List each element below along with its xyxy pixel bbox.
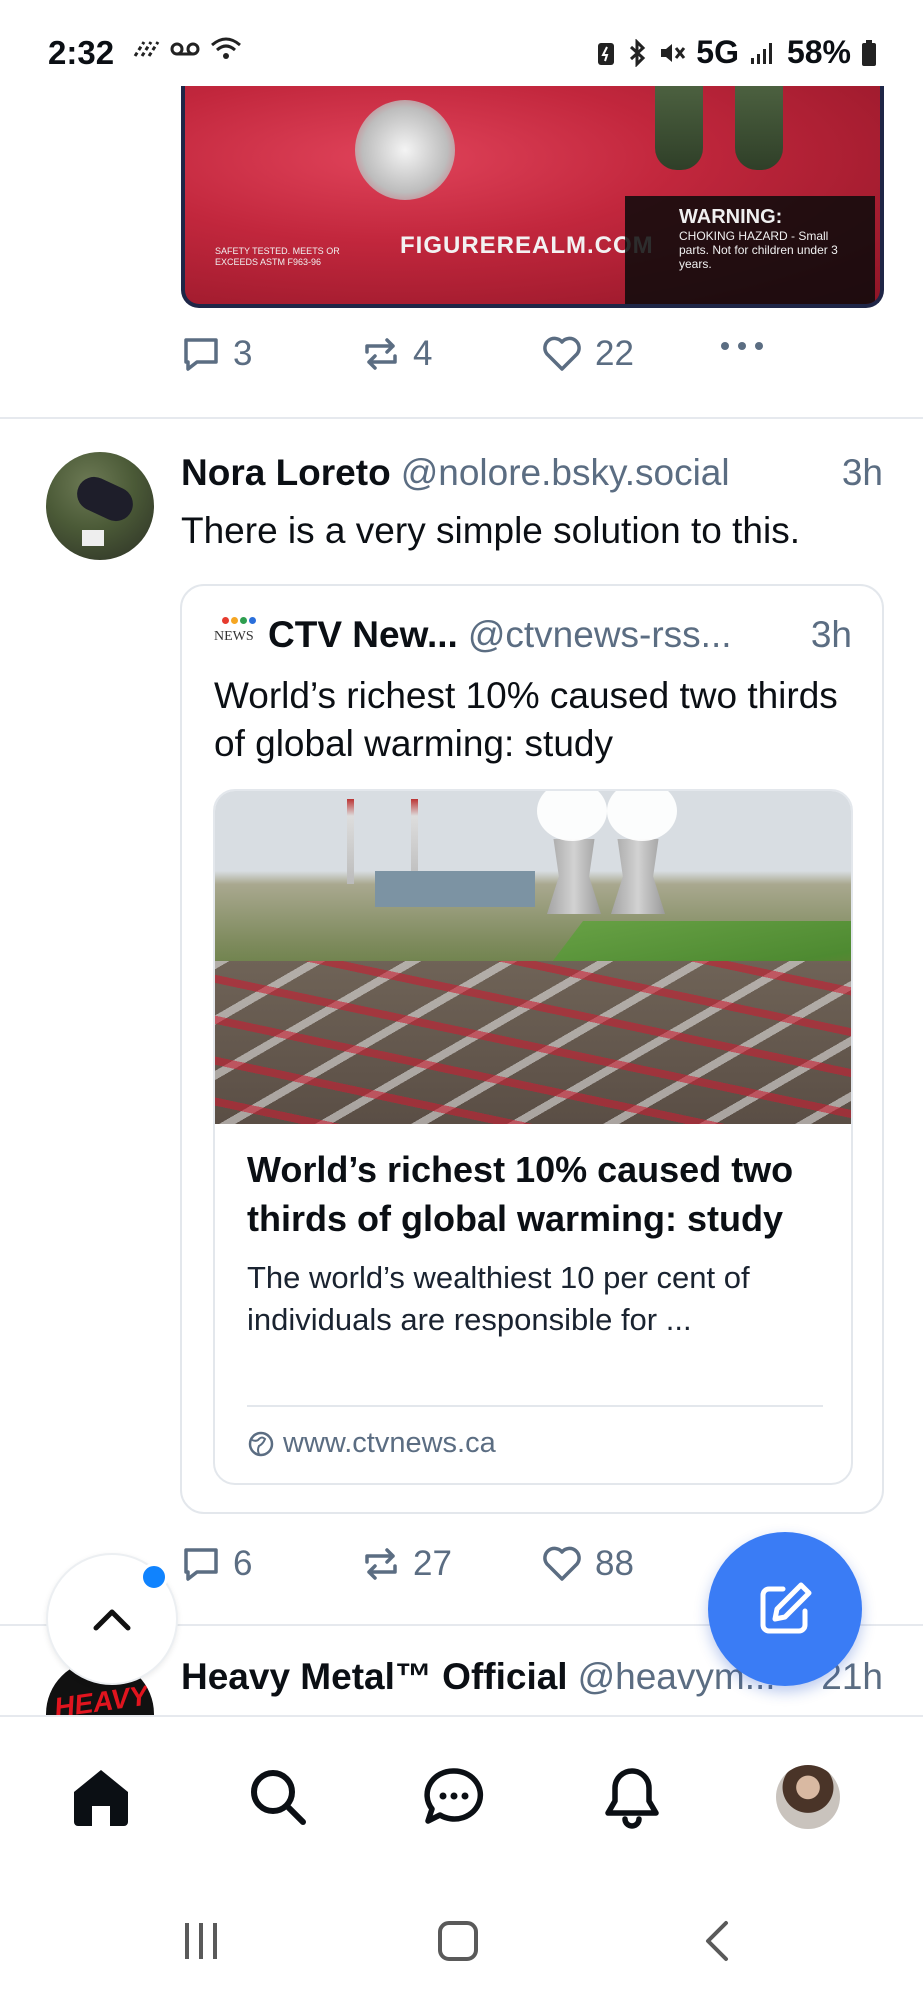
- warning-body: CHOKING HAZARD - Small parts. Not for ch…: [679, 229, 838, 271]
- like-count: 22: [595, 334, 634, 373]
- repost-icon: [365, 1548, 397, 1580]
- reply-button[interactable]: 6: [181, 1544, 252, 1584]
- mute-icon: [658, 40, 686, 66]
- link-card[interactable]: World’s richest 10% caused two thirds of…: [213, 789, 853, 1485]
- avatar[interactable]: [46, 452, 154, 560]
- search-icon: [251, 1770, 306, 1825]
- quote-handle[interactable]: @ctvnews-rss...: [468, 614, 732, 656]
- author-name[interactable]: Heavy Metal™ Official: [181, 1656, 568, 1697]
- repost-button[interactable]: 27: [361, 1544, 452, 1584]
- voicemail-icon: [170, 39, 200, 59]
- profile-avatar: [776, 1765, 840, 1829]
- more-options-button[interactable]: [719, 338, 765, 354]
- wifi-icon: [210, 36, 242, 62]
- post-text: There is a very simple solution to this.: [181, 510, 800, 551]
- battery-percent: 58%: [786, 34, 851, 70]
- reply-button[interactable]: 3: [181, 334, 252, 374]
- home-system-button[interactable]: [428, 1911, 488, 1971]
- link-separator: [247, 1405, 823, 1407]
- link-description: The world’s wealthiest 10 per cent of in…: [247, 1260, 750, 1337]
- bottom-navigation: [0, 1715, 923, 1875]
- compose-post-button[interactable]: [708, 1532, 862, 1686]
- system-navigation-bar: [0, 1875, 923, 2000]
- quote-card[interactable]: NEWS CTV New... @ctvnews-rss... 3h World…: [180, 584, 884, 1514]
- network-type: 5G: [696, 34, 739, 70]
- post-header: Heavy Metal™ Official @heavym...: [181, 1656, 781, 1698]
- post-actions: 6 27 88: [181, 1544, 801, 1594]
- quote-text: World’s richest 10% caused two thirds of…: [214, 675, 838, 764]
- link-thumbnail: [215, 791, 851, 1124]
- chat-bubble-icon: [424, 1768, 484, 1824]
- author-handle[interactable]: @nolore.bsky.social: [401, 452, 730, 493]
- author-name[interactable]: Nora Loreto: [181, 452, 391, 493]
- nav-notifications[interactable]: [590, 1755, 674, 1839]
- home-icon: [74, 1770, 128, 1826]
- more-icon: [721, 342, 763, 350]
- nav-search[interactable]: [236, 1755, 320, 1839]
- reply-count: 3: [233, 334, 253, 373]
- like-button[interactable]: 88: [541, 1544, 634, 1584]
- like-button[interactable]: 22: [541, 334, 634, 374]
- recent-apps-button[interactable]: [171, 1911, 231, 1971]
- post-time[interactable]: 3h: [842, 452, 883, 494]
- reply-icon: [184, 338, 218, 371]
- post-divider: [0, 417, 923, 419]
- reply-count: 6: [233, 1544, 253, 1583]
- ctv-news-logo-text: NEWS: [214, 629, 254, 644]
- status-right: 5G 58%: [596, 34, 877, 71]
- new-posts-indicator: [140, 1563, 168, 1591]
- link-title: World’s richest 10% caused two thirds of…: [247, 1149, 794, 1239]
- recents-icon: [185, 1923, 217, 1959]
- quote-header: NEWS CTV New... @ctvnews-rss...: [214, 614, 732, 656]
- link-domain: www.ctvnews.ca: [283, 1427, 496, 1459]
- status-left-icons: [132, 36, 242, 62]
- status-bar: 2:32 5G 58%: [0, 0, 923, 86]
- post-header: Nora Loreto @nolore.bsky.social: [181, 452, 885, 494]
- nav-chat[interactable]: [412, 1755, 496, 1839]
- quote-author[interactable]: CTV New...: [268, 614, 458, 656]
- back-chevron-icon: [706, 1921, 728, 1961]
- quote-time: 3h: [810, 614, 852, 655]
- previous-post-image[interactable]: SAFETY TESTED. MEETS OR EXCEEDS ASTM F96…: [181, 60, 884, 308]
- nav-home[interactable]: [59, 1755, 143, 1839]
- battery-icon: [861, 39, 877, 67]
- signal-icon: [749, 40, 777, 66]
- heart-icon: [543, 1546, 581, 1581]
- warning-title: WARNING:: [679, 206, 783, 228]
- data-saver-icon: [132, 38, 160, 60]
- status-time: 2:32: [48, 34, 115, 71]
- back-button[interactable]: [688, 1911, 748, 1971]
- home-square-icon: [438, 1921, 478, 1961]
- nav-profile[interactable]: [766, 1755, 850, 1839]
- link-domain-row: www.ctvnews.ca: [247, 1427, 496, 1460]
- link-body: World’s richest 10% caused two thirds of…: [247, 1145, 827, 1341]
- heart-icon: [543, 336, 581, 371]
- ctv-news-logo[interactable]: NEWS: [214, 615, 256, 655]
- blister-shape: [355, 100, 455, 200]
- safety-text: SAFETY TESTED. MEETS OR EXCEEDS ASTM F96…: [215, 246, 340, 267]
- repost-icon: [365, 338, 397, 370]
- repost-count: 27: [413, 1544, 452, 1583]
- battery-saver-icon: [596, 40, 616, 66]
- like-count: 88: [595, 1544, 634, 1583]
- brand-text: FIGUREREALM.COM: [400, 232, 654, 259]
- pencil-square-icon: [760, 1582, 812, 1634]
- previous-post-actions: 3 4 22: [181, 334, 801, 384]
- feed[interactable]: SAFETY TESTED. MEETS OR EXCEEDS ASTM F96…: [0, 0, 923, 1715]
- chevron-up-icon: [93, 1609, 131, 1631]
- repost-button[interactable]: 4: [361, 334, 432, 374]
- repost-count: 4: [413, 334, 433, 373]
- warning-box: WARNING: CHOKING HAZARD - Small parts. N…: [625, 196, 875, 304]
- reply-icon: [184, 1548, 218, 1581]
- heavy-logo-text: HEAVY: [52, 1679, 151, 1715]
- globe-icon: [248, 1431, 274, 1456]
- bell-icon: [605, 1768, 659, 1829]
- bluetooth-icon: [626, 38, 648, 67]
